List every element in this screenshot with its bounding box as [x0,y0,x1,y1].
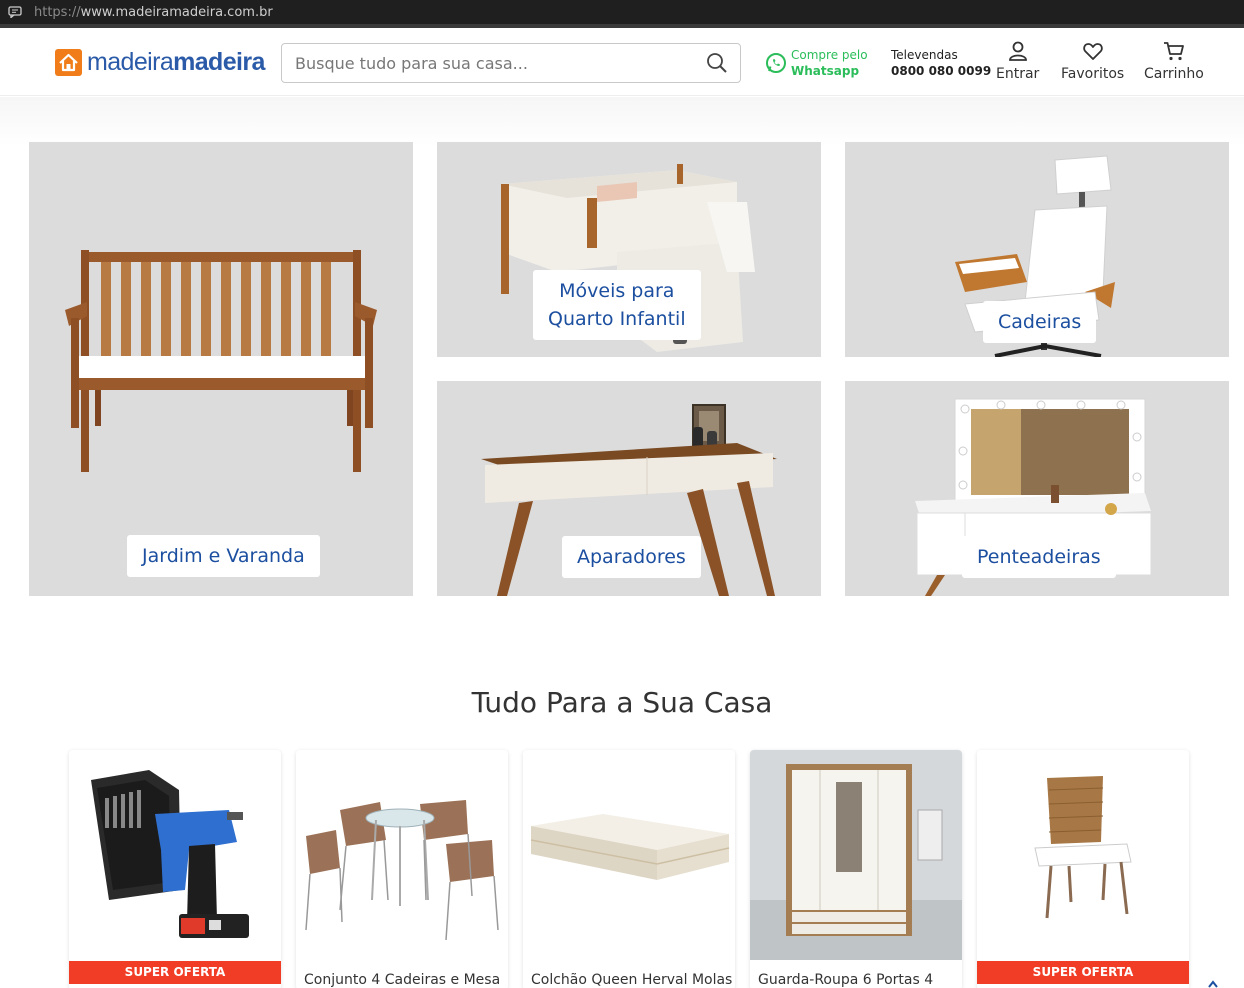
televendas-label: Televendas [891,48,958,62]
category-tile-penteadeiras[interactable]: Penteadeiras [845,381,1229,596]
section-title: Tudo Para a Sua Casa [471,686,773,719]
category-tile-aparadores[interactable]: Aparadores [437,381,821,596]
house-logo-icon [55,49,82,76]
product-card[interactable]: SUPER OFERTA [977,750,1189,988]
login-label: Entrar [996,66,1040,82]
favorites-button[interactable]: Favoritos [1061,40,1124,82]
offer-badge: SUPER OFERTA [69,961,281,984]
search-box[interactable] [281,43,741,83]
url-host: www.madeiramadeira.com.br [80,4,273,20]
url-scheme: https:// [34,4,81,20]
category-label[interactable]: Jardim e Varanda [127,535,320,577]
whatsapp-line1: Compre pelo [791,48,868,62]
user-icon [1008,41,1027,61]
search-icon[interactable] [706,52,728,74]
category-label[interactable]: Móveis para Quarto Infantil [533,270,701,340]
favorites-label: Favoritos [1061,66,1125,82]
login-button[interactable]: Entrar [996,40,1039,82]
product-name[interactable]: Colchão Queen Herval Molas [531,972,732,988]
scroll-up-icon[interactable] [1208,980,1218,988]
rattan-chair-image [1034,776,1132,919]
whatsapp-line2: Whatsapp [791,64,860,78]
whatsapp-link[interactable]: Compre pelo Whatsapp [765,47,868,79]
category-tile-jardim[interactable]: Jardim e Varanda [29,142,413,596]
url-text[interactable]: https://www.madeiramadeira.com.br [34,5,273,20]
table-chairs-image [305,800,499,941]
product-card[interactable]: Colchão Queen Herval Molas [523,750,735,988]
site-logo[interactable]: madeiramadeira [55,48,265,77]
cart-icon [1163,42,1184,61]
product-card[interactable]: SUPER OFERTA [69,750,281,988]
browser-url-bar[interactable]: https://www.madeiramadeira.com.br [0,0,1244,24]
cart-label: Carrinho [1144,66,1204,82]
heart-icon [1082,43,1103,60]
televendas: Televendas 0800 080 0099 [891,47,991,79]
site-header: madeiramadeira Compre pelo Whatsapp Telev… [0,28,1244,96]
wardrobe-image [750,750,962,960]
category-label[interactable]: Cadeiras [983,301,1097,343]
cart-button[interactable]: Carrinho [1144,40,1204,82]
televendas-number[interactable]: 0800 080 0099 [891,63,991,79]
logo-text: madeiramadeira [87,48,265,76]
product-card[interactable]: Guarda-Roupa 6 Portas 4 [750,750,962,988]
wooden-bench-image [65,250,377,472]
category-label[interactable]: Penteadeiras [962,536,1116,578]
product-name[interactable]: Conjunto 4 Cadeiras e Mesa [304,972,500,988]
search-input[interactable] [282,44,706,82]
category-label[interactable]: Aparadores [562,536,701,578]
drill-kit-image [91,770,249,938]
mattress-image [530,814,730,880]
header-fade [0,97,1244,147]
chat-icon [8,6,22,18]
offer-badge: SUPER OFERTA [977,961,1189,984]
product-name[interactable]: Guarda-Roupa 6 Portas 4 [758,972,933,988]
whatsapp-icon [766,53,786,73]
product-card[interactable]: Conjunto 4 Cadeiras e Mesa [296,750,508,988]
category-tile-cadeiras[interactable]: Cadeiras [845,142,1229,357]
category-tile-quarto-infantil[interactable]: Móveis para Quarto Infantil [437,142,821,357]
